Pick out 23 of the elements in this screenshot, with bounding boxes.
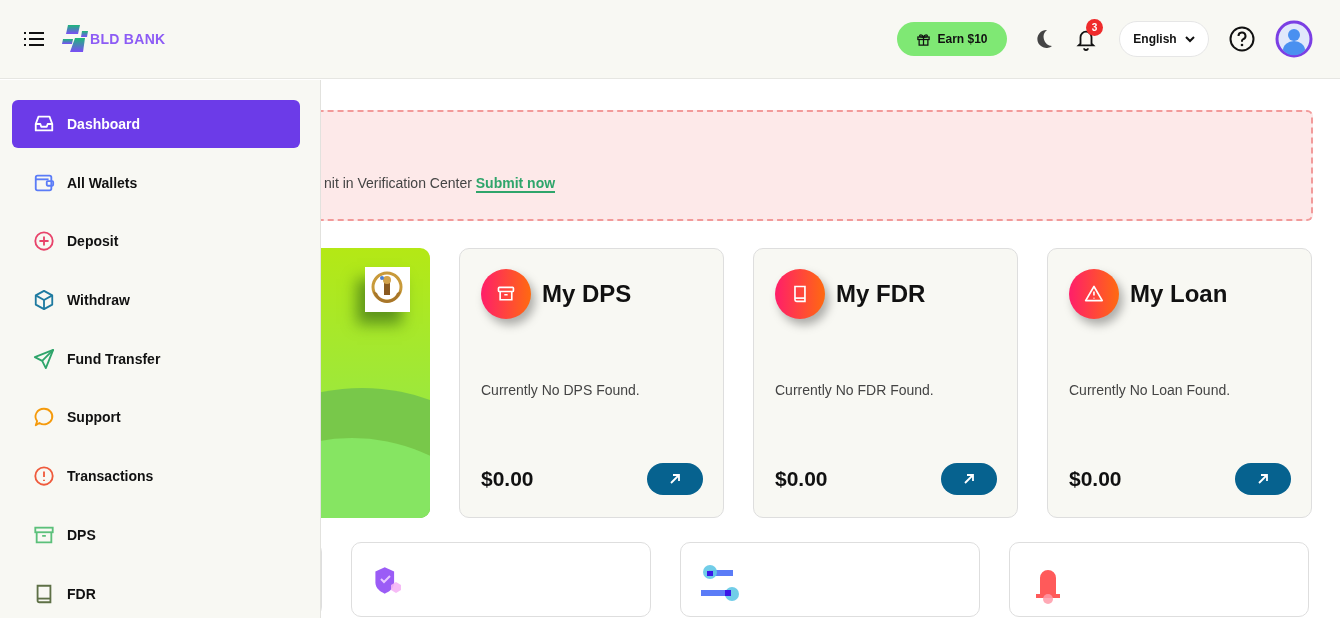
notification-badge: 3 — [1086, 19, 1103, 36]
card-title: My FDR — [836, 280, 926, 308]
card-amount: $0.00 — [481, 467, 534, 491]
sidebar-item[interactable]: DPS — [12, 510, 300, 559]
card-note: Currently No DPS Found. — [481, 382, 641, 398]
sidebar-item[interactable]: Support — [12, 393, 300, 442]
card-amount: $0.00 — [1069, 467, 1122, 491]
alert-text: nit in Verification Center Submit now — [324, 175, 557, 191]
sidebar-item[interactable]: Deposit — [12, 217, 300, 266]
card-note: Currently No FDR Found. — [775, 382, 935, 398]
logo-text: BLD BANK — [90, 31, 166, 47]
card-amount: $0.00 — [775, 467, 828, 491]
sidebar-item[interactable]: FDR — [12, 569, 300, 618]
earn-button[interactable]: Earn $10 — [897, 22, 1007, 56]
sidebar-item[interactable]: Fund Transfer — [12, 334, 300, 383]
sidebar-item[interactable]: Dashboard — [12, 100, 300, 148]
sidebar-item[interactable]: All Wallets — [12, 158, 300, 207]
card-title: My DPS — [542, 280, 632, 308]
language-select[interactable]: English — [1119, 21, 1209, 57]
sidebar-item[interactable]: Transactions — [12, 452, 300, 501]
card-note: Currently No Loan Found. — [1069, 382, 1232, 398]
card-title: My Loan — [1130, 280, 1228, 308]
sidebar-item[interactable]: Withdraw — [12, 276, 300, 325]
